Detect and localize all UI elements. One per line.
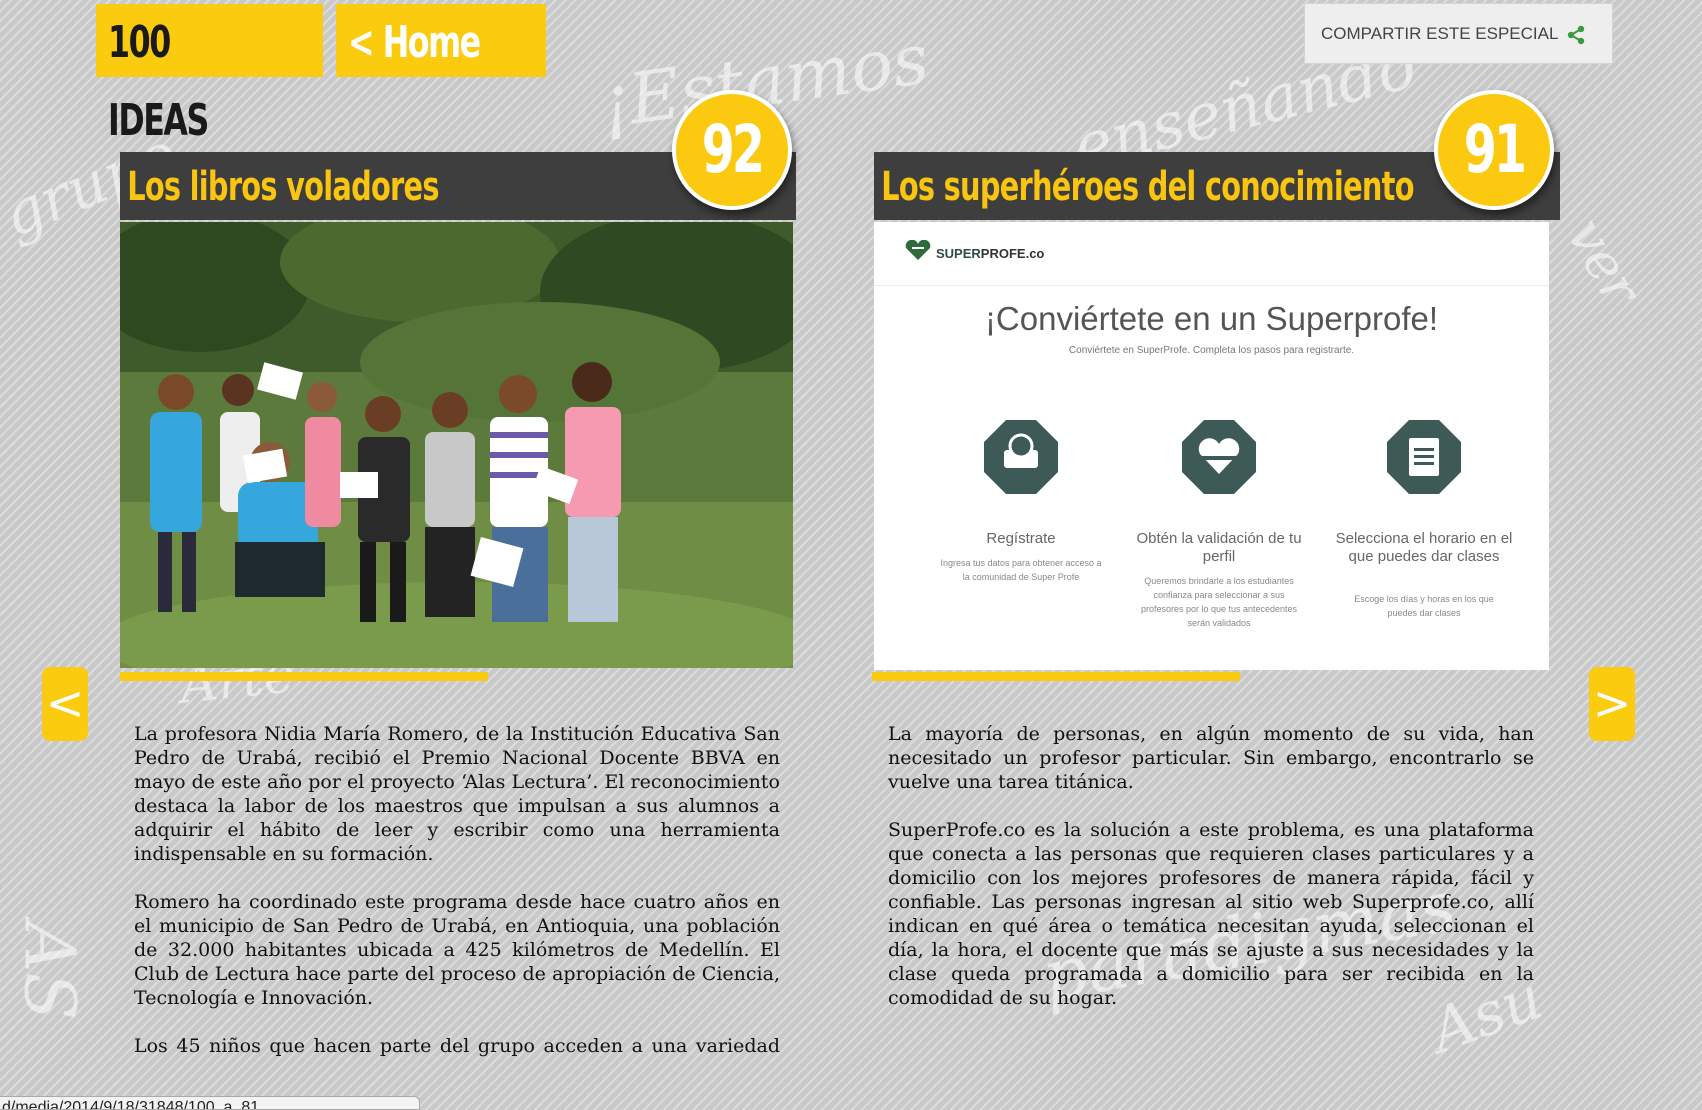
link-status-bar: d/media/2014/9/18/31848/100_a_81 <box>0 1096 420 1110</box>
step-title: Selecciona el horario en el que puedes d… <box>1335 530 1513 565</box>
idea-number-badge: 91 <box>1434 90 1554 210</box>
card-92-paragraph-1: La profesora Nidia María Romero, de la I… <box>134 723 780 865</box>
idea-number-badge: 92 <box>672 90 792 210</box>
card-92-paragraph-2: Romero ha coordinado este programa desde… <box>134 891 780 1009</box>
register-icon <box>984 420 1058 494</box>
calendar-icon <box>1387 420 1461 494</box>
card-title: Los superhéroes del conocimiento <box>881 164 1414 210</box>
share-button[interactable]: COMPARTIR ESTE ESPECIAL <box>1304 3 1613 64</box>
idea-number: 92 <box>701 111 765 188</box>
superprofe-logo-suffix: PROFE.co <box>980 246 1045 261</box>
card-progress-bar <box>872 672 1240 681</box>
step-description: Escoge los días y horas en los que puede… <box>1354 594 1494 618</box>
step-title: Regístrate <box>986 530 1056 547</box>
superprofe-logo-icon <box>905 240 931 260</box>
chevron-left-icon: < <box>45 676 85 730</box>
card-progress-bar <box>120 672 488 681</box>
superprofe-heading: ¡Conviértete en un Superprofe! <box>984 300 1439 337</box>
chevron-right-icon: > <box>1592 676 1632 730</box>
100-ideas-button[interactable]: 100 IDEAS <box>96 4 323 146</box>
superprofe-logo-text: SUPERPROFE.co <box>936 246 1044 261</box>
superprofe-screenshot: SUPERPROFE.co ¡Conviértete en un Superpr… <box>874 222 1549 670</box>
share-label: COMPARTIR ESTE ESPECIAL <box>1321 24 1558 43</box>
step-description: Ingresa tus datos para obtener acceso a … <box>940 558 1102 582</box>
children-photo-image <box>120 222 793 668</box>
card-92-paragraph-3: Los 45 niños que hacen parte del grupo a… <box>134 1035 780 1062</box>
card-photo <box>120 222 793 668</box>
step-description: Queremos brindarle a los estudiantes con… <box>1140 576 1298 628</box>
card-91-paragraph-1: La mayoría de personas, en algún momento… <box>888 723 1534 793</box>
superprofe-logo-prefix: SUPER <box>936 246 981 261</box>
status-url: d/media/2014/9/18/31848/100_a_81 <box>2 1099 260 1110</box>
100-ideas-label: 100 IDEAS <box>108 17 209 146</box>
superprofe-header: SUPERPROFE.co <box>874 222 1549 286</box>
previous-idea-button[interactable]: < <box>42 667 88 741</box>
next-idea-button[interactable]: > <box>1589 667 1635 741</box>
idea-number: 91 <box>1463 111 1527 188</box>
heart-shield-icon <box>1182 420 1256 494</box>
card-92-body: La profesora Nidia María Romero, de la I… <box>134 722 780 1062</box>
home-label: < Home <box>348 17 481 68</box>
superprofe-subheading: Conviértete en SuperProfe. Completa los … <box>1068 345 1355 356</box>
card-91-paragraph-2: SuperProfe.co es la solución a este prob… <box>888 819 1534 1009</box>
card-title: Los libros voladores <box>127 164 439 210</box>
card-91-body: La mayoría de personas, en algún momento… <box>888 722 1534 1034</box>
share-icon <box>1567 25 1584 44</box>
step-title: Obtén la validación de tu perfil <box>1136 530 1302 565</box>
home-button[interactable]: < Home <box>336 4 546 77</box>
